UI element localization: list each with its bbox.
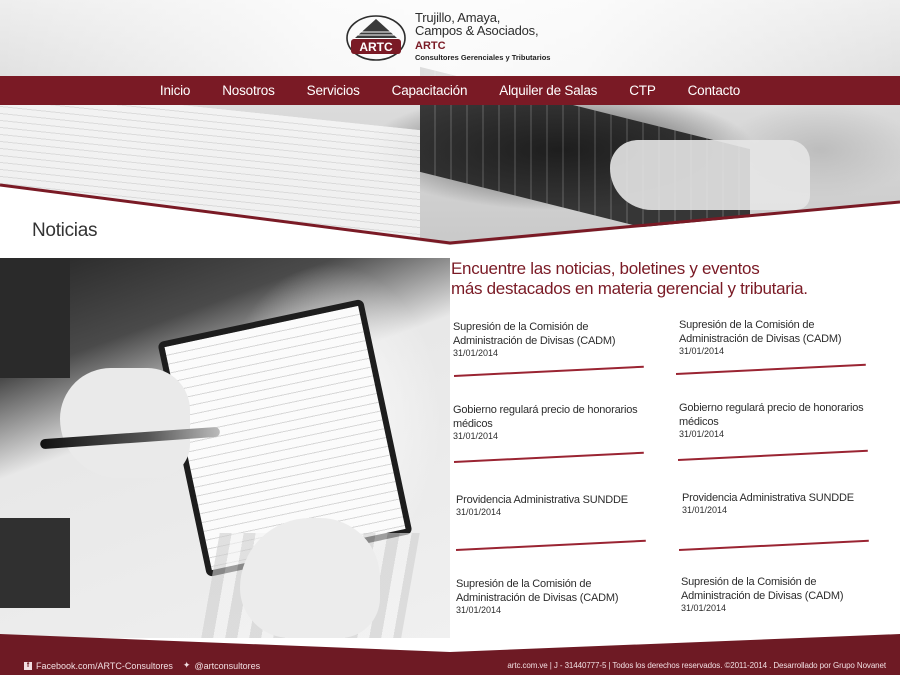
company-name-block: Trujillo, Amaya, Campos & Asociados, ART… xyxy=(415,11,550,62)
footer-social: f Facebook.com/ARTC-Consultores ✦ @artco… xyxy=(24,660,260,671)
news-item[interactable]: Supresión de la Comisión de Administraci… xyxy=(453,320,653,358)
facebook-icon[interactable]: f xyxy=(24,661,32,670)
news-date: 31/01/2014 xyxy=(453,348,499,358)
news-title[interactable]: Gobierno regulará precio de honorarios m… xyxy=(679,401,879,429)
main-navigation: Inicio Nosotros Servicios Capacitación A… xyxy=(0,76,900,105)
news-title[interactable]: Supresión de la Comisión de Administraci… xyxy=(456,577,656,605)
news-item[interactable]: Providencia Administrativa SUNDDE 31/01/… xyxy=(456,493,656,517)
nav-item-contacto[interactable]: Contacto xyxy=(688,83,741,98)
news-title[interactable]: Supresión de la Comisión de Administraci… xyxy=(681,575,881,603)
nav-item-ctp[interactable]: CTP xyxy=(629,83,656,98)
news-title[interactable]: Supresión de la Comisión de Administraci… xyxy=(679,318,879,346)
suit-sleeve-image xyxy=(0,518,70,608)
news-date: 31/01/2014 xyxy=(679,346,725,356)
nav-item-alquiler-de-salas[interactable]: Alquiler de Salas xyxy=(499,83,597,98)
nav-item-capacitacion[interactable]: Capacitación xyxy=(392,83,468,98)
facebook-link[interactable]: Facebook.com/ARTC-Consultores xyxy=(36,661,173,671)
news-title[interactable]: Providencia Administrativa SUNDDE xyxy=(456,493,656,507)
news-title[interactable]: Providencia Administrativa SUNDDE xyxy=(682,491,882,505)
decorative-swoosh xyxy=(0,183,900,245)
intro-line-1: Encuentre las noticias, boletines y even… xyxy=(451,259,760,278)
news-item[interactable]: Gobierno regulará precio de honorarios m… xyxy=(453,403,653,441)
news-date: 31/01/2014 xyxy=(681,603,727,613)
twitter-icon[interactable]: ✦ xyxy=(183,660,191,671)
news-title[interactable]: Supresión de la Comisión de Administraci… xyxy=(453,320,653,348)
news-date: 31/01/2014 xyxy=(679,429,725,439)
company-tagline: Consultores Gerenciales y Tributarios xyxy=(415,53,551,62)
footer-legal-text: artc.com.ve | J - 31440777-5 | Todos los… xyxy=(507,661,886,670)
nav-item-inicio[interactable]: Inicio xyxy=(160,83,191,98)
news-date: 31/01/2014 xyxy=(456,507,502,517)
notebook-photo xyxy=(0,258,450,638)
logo-text: ARTC xyxy=(359,40,393,54)
news-item[interactable]: Supresión de la Comisión de Administraci… xyxy=(679,318,879,356)
page-title: Noticias xyxy=(32,220,98,241)
suit-sleeve-image xyxy=(0,258,70,378)
hand-image xyxy=(60,368,190,478)
news-item[interactable]: Gobierno regulará precio de honorarios m… xyxy=(679,401,879,439)
header: ARTC Trujillo, Amaya, Campos & Asociados… xyxy=(0,0,900,76)
news-item[interactable]: Providencia Administrativa SUNDDE 31/01/… xyxy=(682,491,882,515)
nav-item-nosotros[interactable]: Nosotros xyxy=(222,83,275,98)
left-photo xyxy=(0,258,450,638)
news-date: 31/01/2014 xyxy=(456,605,502,615)
twitter-link[interactable]: @artconsultores xyxy=(194,661,260,671)
nav-item-servicios[interactable]: Servicios xyxy=(307,83,360,98)
company-short-name: ARTC xyxy=(415,40,446,52)
news-date: 31/01/2014 xyxy=(682,505,728,515)
news-title[interactable]: Gobierno regulará precio de honorarios m… xyxy=(453,403,653,431)
news-item[interactable]: Supresión de la Comisión de Administraci… xyxy=(456,577,656,615)
intro-line-2: más destacados en materia gerencial y tr… xyxy=(451,279,808,298)
news-date: 31/01/2014 xyxy=(453,431,499,441)
company-name-line2: Campos & Asociados, xyxy=(415,23,539,38)
news-item[interactable]: Supresión de la Comisión de Administraci… xyxy=(681,575,881,613)
intro-text: Encuentre las noticias, boletines y even… xyxy=(451,259,881,299)
artc-logo[interactable]: ARTC xyxy=(345,12,407,64)
